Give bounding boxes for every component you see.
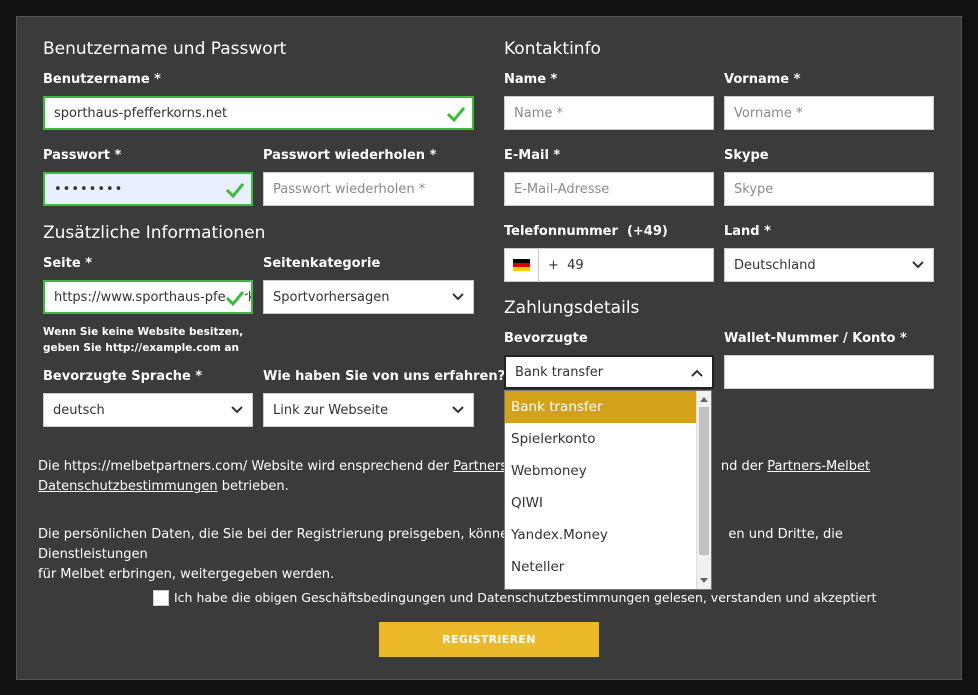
legal-text: für Melbet erbringen, weitergegeben werd… xyxy=(38,567,335,582)
country-select[interactable]: Deutschland xyxy=(724,248,934,282)
chevron-down-icon xyxy=(452,406,464,414)
payment-method-dropdown: Bank transfer Spielerkonto Webmoney QIWI… xyxy=(504,390,712,590)
wallet-label: Wallet-Nummer / Konto * xyxy=(724,331,907,346)
terms-label: Ich habe die obigen Geschäftsbedingungen… xyxy=(174,590,877,605)
scroll-down-icon[interactable] xyxy=(700,578,708,583)
email-label: E-Mail * xyxy=(504,148,561,163)
chevron-down-icon xyxy=(231,406,243,414)
legal-paragraph-1: Die https://melbetpartners.com/ Website … xyxy=(38,457,938,497)
skype-placeholder: Skype xyxy=(734,181,774,197)
dropdown-option[interactable]: Yandex.Money xyxy=(505,519,697,551)
username-value: sporthaus-pfefferkorns.net xyxy=(54,105,228,121)
country-value: Deutschland xyxy=(734,257,816,273)
germany-flag-icon xyxy=(513,259,530,271)
firstname-label: Vorname * xyxy=(724,72,801,87)
name-placeholder: Name * xyxy=(514,105,563,121)
password-input[interactable]: •••••••• xyxy=(43,172,253,206)
privacy-policy-link[interactable]: Datenschutzbestimmungen xyxy=(38,479,218,494)
chevron-down-icon xyxy=(912,261,924,269)
phone-value: + 49 xyxy=(548,257,584,273)
country-flag-button[interactable] xyxy=(505,249,539,281)
account-heading: Benutzername und Passwort xyxy=(43,39,287,59)
site-note-line1: Wenn Sie keine Website besitzen, xyxy=(43,326,244,338)
payment-method-select[interactable]: Bank transfer xyxy=(504,355,714,389)
language-select[interactable]: deutsch xyxy=(43,393,253,427)
valid-check-icon xyxy=(446,107,466,123)
partners-melbet-link[interactable]: Partners-Melbet xyxy=(767,459,870,474)
name-input[interactable]: Name * xyxy=(504,96,714,130)
username-label: Benutzername * xyxy=(43,72,161,87)
site-category-select[interactable]: Sportvorhersagen xyxy=(263,280,474,314)
site-input[interactable]: https://www.sporthaus-pfefferkorns.net xyxy=(43,280,253,314)
dropdown-scrollbar[interactable] xyxy=(696,391,711,589)
contact-heading: Kontaktinfo xyxy=(504,39,601,59)
site-note-line2: geben Sie http://example.com an xyxy=(43,342,239,354)
additional-heading: Zusätzliche Informationen xyxy=(43,223,266,243)
legal-text: betrieben. xyxy=(217,479,289,494)
site-category-value: Sportvorhersagen xyxy=(273,289,390,305)
legal-text: nd der xyxy=(720,459,768,474)
valid-check-icon xyxy=(225,289,245,307)
chevron-down-icon xyxy=(452,293,464,301)
password-repeat-label: Passwort wiederholen * xyxy=(263,148,437,163)
legal-paragraph-2: Die persönlichen Daten, die Sie bei der … xyxy=(38,525,938,585)
valid-check-icon xyxy=(225,183,245,199)
dropdown-option[interactable]: Webmoney xyxy=(505,455,697,487)
payment-method-label: Bevorzugte xyxy=(504,331,588,346)
country-label: Land * xyxy=(724,224,771,239)
language-value: deutsch xyxy=(53,402,105,418)
skype-input[interactable]: Skype xyxy=(724,172,934,206)
legal-text: Die https://melbetpartners.com/ Website … xyxy=(38,459,454,474)
password-repeat-input[interactable]: Passwort wiederholen * xyxy=(263,172,474,206)
phone-label-group: Telefonnummer (+49) xyxy=(504,224,668,239)
skype-label: Skype xyxy=(724,148,769,163)
language-label: Bevorzugte Sprache * xyxy=(43,369,203,384)
payment-heading: Zahlungsdetails xyxy=(504,298,640,318)
scrollbar-thumb[interactable] xyxy=(699,407,709,555)
source-value: Link zur Webseite xyxy=(273,402,389,418)
firstname-placeholder: Vorname * xyxy=(734,105,803,121)
register-button[interactable]: REGISTRIEREN xyxy=(379,622,599,657)
phone-label: Telefonnummer xyxy=(504,224,618,239)
password-value: •••••••• xyxy=(54,181,124,197)
email-placeholder: E-Mail-Adresse xyxy=(514,181,610,197)
firstname-input[interactable]: Vorname * xyxy=(724,96,934,130)
dropdown-option[interactable]: QIWI xyxy=(505,487,697,519)
payment-method-value: Bank transfer xyxy=(515,364,604,380)
password-repeat-placeholder: Passwort wiederholen * xyxy=(273,181,426,197)
wallet-input[interactable] xyxy=(724,355,934,389)
terms-checkbox[interactable] xyxy=(153,590,169,606)
password-label: Passwort * xyxy=(43,148,122,163)
site-category-label: Seitenkategorie xyxy=(263,256,381,271)
dropdown-option[interactable]: Spielerkonto xyxy=(505,423,697,455)
email-input[interactable]: E-Mail-Adresse xyxy=(504,172,714,206)
site-value: https://www.sporthaus-pfefferkorns.net xyxy=(54,289,251,305)
site-note: Wenn Sie keine Website besitzen, geben S… xyxy=(43,324,243,356)
phone-code: (+49) xyxy=(626,224,668,239)
site-label: Seite * xyxy=(43,256,92,271)
scroll-up-icon[interactable] xyxy=(700,397,708,402)
source-select[interactable]: Link zur Webseite xyxy=(263,393,474,427)
legal-text: Die persönlichen Daten, die Sie bei der … xyxy=(38,527,517,542)
chevron-up-icon xyxy=(691,369,703,377)
username-input[interactable]: sporthaus-pfefferkorns.net xyxy=(43,96,474,130)
dropdown-option[interactable]: Bank transfer xyxy=(505,391,697,423)
phone-input[interactable]: + 49 xyxy=(504,248,714,282)
source-label: Wie haben Sie von uns erfahren? xyxy=(263,369,506,384)
name-label: Name * xyxy=(504,72,558,87)
dropdown-option[interactable]: Neteller xyxy=(505,551,697,583)
registration-panel: Benutzername und Passwort Benutzername *… xyxy=(16,16,962,680)
